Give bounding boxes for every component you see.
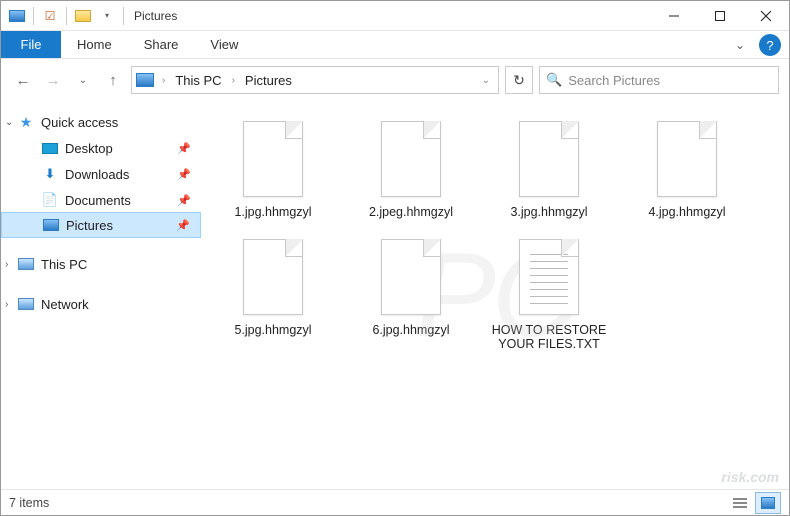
sidebar-item-documents[interactable]: 📄 Documents 📌 xyxy=(1,187,201,213)
sidebar-quick-access[interactable]: ⌄ ★ Quick access xyxy=(1,109,201,135)
window-title: Pictures xyxy=(126,9,177,23)
sidebar-label: This PC xyxy=(41,257,87,272)
file-name: 3.jpg.hhmgzyl xyxy=(510,205,587,219)
file-name: 6.jpg.hhmgzyl xyxy=(372,323,449,337)
watermark-text: risk.com xyxy=(721,469,779,485)
text-file-icon xyxy=(515,237,583,317)
thumbnails-view-button[interactable] xyxy=(755,492,781,514)
file-name: 1.jpg.hhmgzyl xyxy=(234,205,311,219)
file-item[interactable]: 1.jpg.hhmgzyl xyxy=(209,113,337,225)
sidebar-item-label: Pictures xyxy=(66,218,113,233)
chevron-down-icon[interactable]: ⌄ xyxy=(478,75,494,86)
expand-icon[interactable]: › xyxy=(5,299,8,310)
ribbon-tabs: File Home Share View ⌄ ? xyxy=(1,31,789,59)
pictures-icon xyxy=(42,219,60,231)
explorer-window: ☑ ▾ Pictures File Home Share Vi xyxy=(0,0,790,516)
sidebar-label: Quick access xyxy=(41,115,118,130)
forward-button[interactable]: → xyxy=(41,68,65,92)
sidebar-item-downloads[interactable]: ⬇ Downloads 📌 xyxy=(1,161,201,187)
pin-icon: 📌 xyxy=(176,219,190,232)
blank-file-icon xyxy=(377,119,445,199)
titlebar: ☑ ▾ Pictures xyxy=(1,1,789,31)
properties-icon[interactable]: ☑ xyxy=(40,6,60,26)
blank-file-icon xyxy=(239,119,307,199)
blank-file-icon xyxy=(377,237,445,317)
tab-home[interactable]: Home xyxy=(61,31,128,58)
search-placeholder: Search Pictures xyxy=(568,73,660,88)
folder-icon[interactable] xyxy=(73,6,93,26)
sidebar-item-pictures[interactable]: Pictures 📌 xyxy=(1,212,201,238)
file-item[interactable]: 5.jpg.hhmgzyl xyxy=(209,231,337,357)
breadcrumb[interactable]: › This PC › Pictures ⌄ xyxy=(131,66,499,94)
star-icon: ★ xyxy=(17,114,35,131)
qat-dropdown-icon[interactable]: ▾ xyxy=(97,6,117,26)
close-button[interactable] xyxy=(743,1,789,31)
desktop-icon xyxy=(41,143,59,154)
details-view-button[interactable] xyxy=(727,492,753,514)
collapse-icon[interactable]: ⌄ xyxy=(5,117,13,128)
file-item[interactable]: HOW TO RESTORE YOUR FILES.TXT xyxy=(485,231,613,357)
network-icon xyxy=(17,298,35,310)
item-count: 7 items xyxy=(9,496,49,510)
minimize-button[interactable] xyxy=(651,1,697,31)
sidebar-item-label: Downloads xyxy=(65,167,129,182)
chevron-right-icon[interactable]: › xyxy=(158,75,169,86)
separator xyxy=(123,7,124,25)
recent-locations-icon[interactable]: ⌄ xyxy=(71,68,95,92)
expand-icon[interactable]: › xyxy=(5,259,8,270)
expand-ribbon-icon[interactable]: ⌄ xyxy=(725,31,755,58)
address-bar: ← → ⌄ ↑ › This PC › Pictures ⌄ ↻ 🔍 Searc… xyxy=(1,59,789,101)
maximize-button[interactable] xyxy=(697,1,743,31)
file-item[interactable]: 6.jpg.hhmgzyl xyxy=(347,231,475,357)
up-button[interactable]: ↑ xyxy=(101,68,125,92)
sidebar-label: Network xyxy=(41,297,89,312)
back-button[interactable]: ← xyxy=(11,68,35,92)
crumb-this-pc[interactable]: This PC xyxy=(173,73,223,88)
separator xyxy=(33,7,34,25)
file-name: 5.jpg.hhmgzyl xyxy=(234,323,311,337)
blank-file-icon xyxy=(515,119,583,199)
nav-pane: ⌄ ★ Quick access Desktop 📌 ⬇ Downloads 📌… xyxy=(1,101,201,489)
file-list[interactable]: PC 1.jpg.hhmgzyl2.jpeg.hhmgzyl3.jpg.hhmg… xyxy=(201,101,789,489)
sidebar-this-pc[interactable]: › This PC xyxy=(1,251,201,277)
downloads-icon: ⬇ xyxy=(41,166,59,182)
crumb-pictures[interactable]: Pictures xyxy=(243,73,294,88)
pin-icon: 📌 xyxy=(177,194,191,207)
file-name: 4.jpg.hhmgzyl xyxy=(648,205,725,219)
quick-access-toolbar: ☑ ▾ xyxy=(1,6,126,26)
chevron-right-icon[interactable]: › xyxy=(228,75,239,86)
blank-file-icon xyxy=(653,119,721,199)
sidebar-network[interactable]: › Network xyxy=(1,291,201,317)
pc-icon xyxy=(17,258,35,270)
blank-file-icon xyxy=(239,237,307,317)
pin-icon: 📌 xyxy=(177,168,191,181)
help-icon[interactable]: ? xyxy=(759,34,781,56)
sidebar-item-label: Documents xyxy=(65,193,131,208)
status-bar: 7 items xyxy=(1,489,789,515)
file-name: 2.jpeg.hhmgzyl xyxy=(369,205,453,219)
file-item[interactable]: 2.jpeg.hhmgzyl xyxy=(347,113,475,225)
separator xyxy=(66,7,67,25)
explorer-icon xyxy=(7,6,27,26)
pc-icon xyxy=(136,73,154,87)
documents-icon: 📄 xyxy=(41,192,59,208)
sidebar-item-label: Desktop xyxy=(65,141,113,156)
tab-view[interactable]: View xyxy=(194,31,254,58)
pin-icon: 📌 xyxy=(177,142,191,155)
search-input[interactable]: 🔍 Search Pictures xyxy=(539,66,779,94)
file-name: HOW TO RESTORE YOUR FILES.TXT xyxy=(487,323,611,351)
sidebar-item-desktop[interactable]: Desktop 📌 xyxy=(1,135,201,161)
search-icon: 🔍 xyxy=(546,72,562,88)
refresh-button[interactable]: ↻ xyxy=(505,66,533,94)
file-item[interactable]: 4.jpg.hhmgzyl xyxy=(623,113,751,225)
tab-share[interactable]: Share xyxy=(128,31,195,58)
file-menu[interactable]: File xyxy=(1,31,61,58)
file-item[interactable]: 3.jpg.hhmgzyl xyxy=(485,113,613,225)
